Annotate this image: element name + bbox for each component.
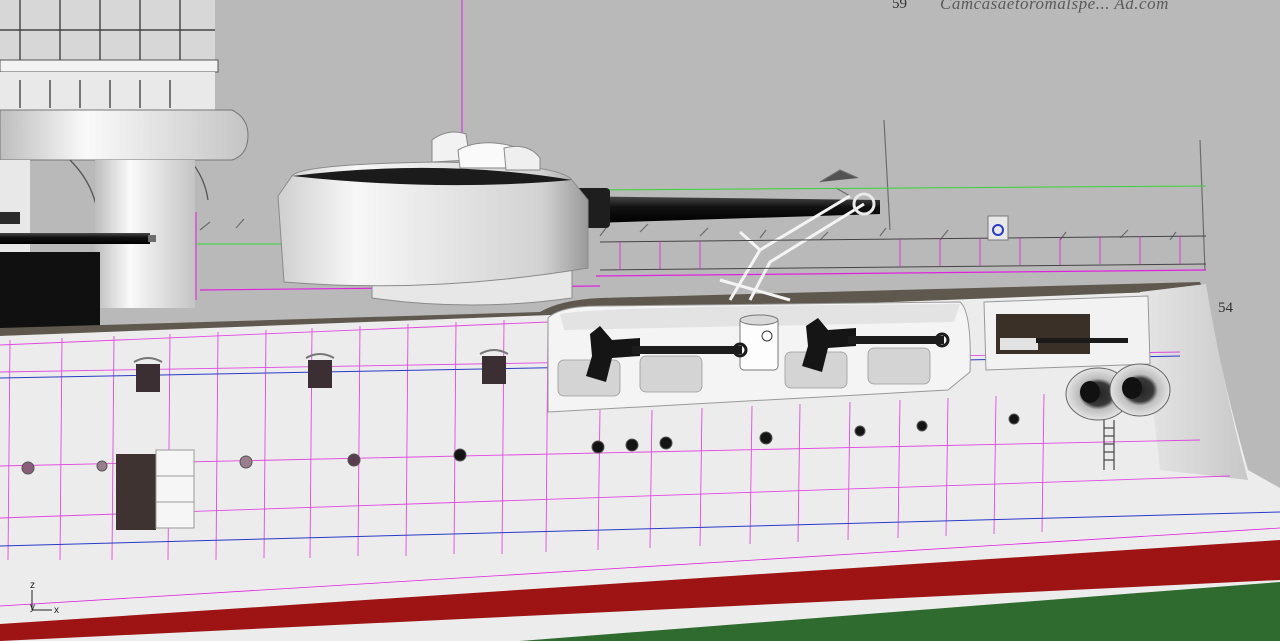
axis-label-x: x <box>54 605 59 616</box>
model-scene[interactable] <box>0 0 1280 641</box>
3d-viewport[interactable]: 59 Camcasaetoromalspe... Ad.com 54 z y x <box>0 0 1280 641</box>
axis-label-y: y <box>30 602 35 613</box>
object-gizmo[interactable] <box>987 215 1009 241</box>
hull-door[interactable] <box>116 449 195 530</box>
deck-railing <box>599 235 1207 271</box>
axis-label-z: z <box>30 580 35 591</box>
forward-casemate[interactable] <box>983 295 1151 371</box>
hawse-pipes[interactable] <box>1065 363 1171 421</box>
bridge-superstructure[interactable] <box>0 0 249 332</box>
main-gun-turret[interactable] <box>277 131 880 306</box>
axis-orientation-widget: z y x <box>22 580 72 620</box>
